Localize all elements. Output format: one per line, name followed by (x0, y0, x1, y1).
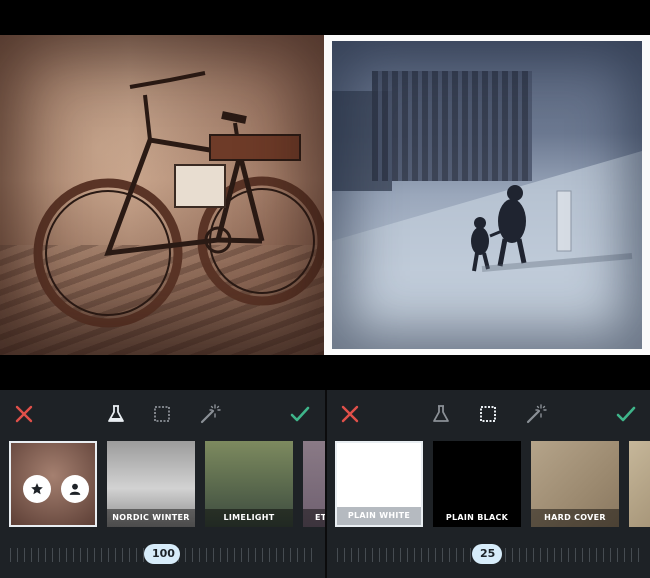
frame-thumb-plain-white[interactable]: PLAIN WHITE (335, 441, 423, 527)
tab-effects[interactable] (524, 402, 548, 426)
filter-thumb-current[interactable] (9, 441, 97, 527)
cancel-button[interactable] (338, 402, 362, 426)
frame-thumb-hard-cover[interactable]: HARD COVER (531, 441, 619, 527)
tab-filters[interactable] (104, 402, 128, 426)
frame-label: PLAIN BLACK (433, 509, 521, 527)
person-icon (69, 483, 81, 495)
filter-thumb-limelight[interactable]: LIMELIGHT (205, 441, 293, 527)
frame-label: PLAIN WHITE (337, 507, 421, 525)
tab-frames[interactable] (476, 402, 500, 426)
top-bar (0, 0, 650, 35)
filter-label: NORDIC WINTER (107, 509, 195, 527)
tab-effects[interactable] (198, 402, 222, 426)
editor-panel-frames: PLAIN WHITE PLAIN BLACK HARD COVER 25 (325, 390, 650, 578)
slider-value-badge[interactable]: 25 (472, 544, 502, 564)
tab-filters[interactable] (429, 402, 453, 426)
frame-icon (480, 406, 496, 422)
confirm-button[interactable] (614, 402, 638, 426)
filter-label: ET (303, 509, 325, 527)
editor-toolbar (0, 390, 325, 438)
slider-value-badge[interactable]: 100 (144, 544, 180, 564)
filter-thumb-partial[interactable]: ET (303, 441, 325, 527)
frame-thumb-partial[interactable] (629, 441, 650, 527)
filter-label: LIMELIGHT (205, 509, 293, 527)
check-icon (290, 406, 310, 422)
editor-panel-filters: NORDIC WINTER LIMELIGHT ET 100 (0, 390, 325, 578)
framed-photo-preview (324, 35, 650, 355)
confirm-button[interactable] (288, 402, 312, 426)
intensity-slider[interactable]: 25 (327, 542, 650, 570)
flask-icon (108, 405, 124, 422)
filter-strip: NORDIC WINTER LIMELIGHT ET (0, 438, 325, 530)
close-icon (15, 405, 33, 423)
frame-icon (154, 406, 170, 422)
cancel-button[interactable] (12, 402, 36, 426)
frame-label: HARD COVER (531, 509, 619, 527)
magic-wand-icon (526, 404, 547, 424)
flask-icon (433, 405, 449, 422)
filter-thumb-nordic-winter[interactable]: NORDIC WINTER (107, 441, 195, 527)
tab-frames[interactable] (150, 402, 174, 426)
star-icon (31, 483, 43, 495)
divider-band (0, 355, 650, 390)
close-icon (341, 405, 359, 423)
vignette-overlay (0, 35, 324, 355)
profile-button[interactable] (61, 475, 89, 503)
favorite-button[interactable] (23, 475, 51, 503)
bicycle-photo-preview (0, 35, 324, 355)
intensity-slider[interactable]: 100 (0, 542, 325, 570)
frame-thumb-plain-black[interactable]: PLAIN BLACK (433, 441, 521, 527)
snow-street-photo (332, 41, 642, 349)
magic-wand-icon (200, 404, 221, 424)
check-icon (616, 406, 636, 422)
editor-toolbar (327, 390, 650, 438)
frame-strip: PLAIN WHITE PLAIN BLACK HARD COVER (327, 438, 650, 530)
vignette-overlay (332, 41, 642, 349)
